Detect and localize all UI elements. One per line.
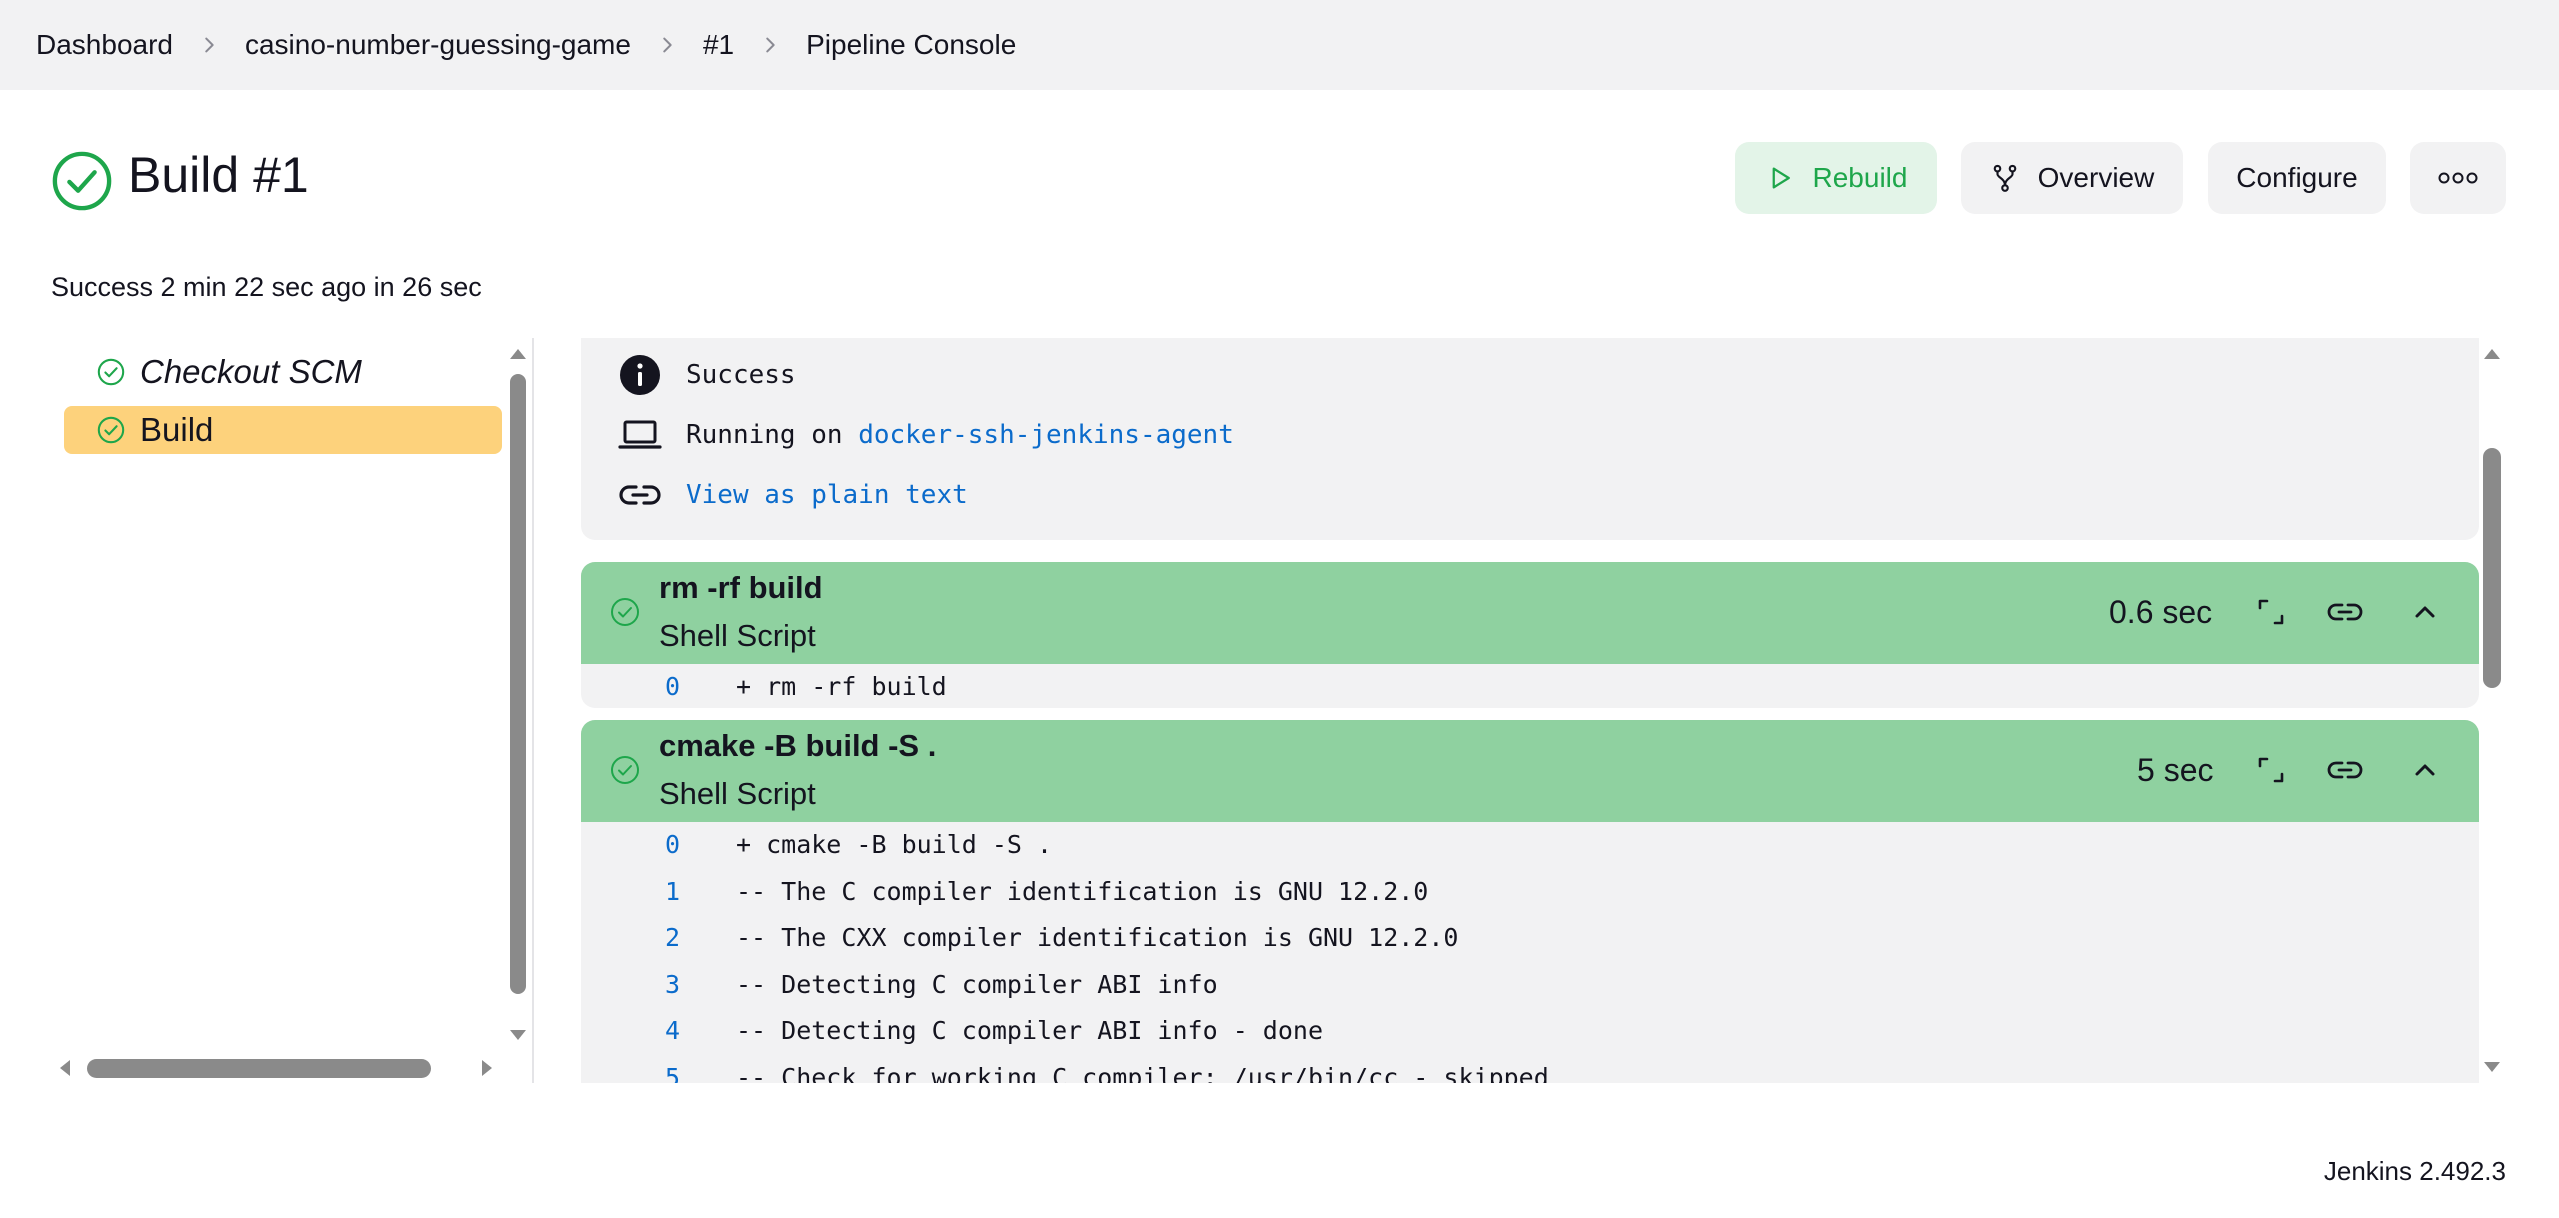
step-log: 0 + cmake -B build -S . 1 -- The C compile…	[581, 822, 2479, 1083]
log-text: + cmake -B build -S .	[736, 830, 1053, 859]
info-icon	[618, 353, 662, 397]
log-text: -- Check for working C compiler: /usr/bi…	[736, 1062, 1549, 1084]
step-subtitle: Shell Script	[659, 776, 816, 811]
log-line: 5 -- Check for working C compiler: /usr/b…	[581, 1055, 2479, 1084]
step-title: cmake -B build -S .	[659, 728, 937, 763]
page-title: Build #1	[128, 147, 309, 203]
link-icon[interactable]	[2323, 590, 2367, 634]
info-plain-text-row: View as plain text	[619, 480, 968, 510]
stage-label: Checkout SCM	[140, 353, 362, 390]
more-horizontal-icon	[2438, 172, 2478, 184]
more-actions-button[interactable]	[2410, 142, 2506, 214]
pane-divider[interactable]	[532, 338, 534, 1083]
console-pane: Success Running on docker-ssh-jenkins-ag…	[535, 338, 2490, 1083]
stage-build[interactable]: Build	[64, 406, 502, 454]
line-number-link[interactable]: 2	[665, 915, 680, 962]
step-log: 0 + rm -rf build	[581, 664, 2479, 708]
stage-checkout-scm[interactable]: Checkout SCM	[64, 348, 502, 396]
step-rm-rf-build: rm -rf build Shell Script 0.6 sec 0 + rm …	[581, 562, 2479, 708]
breadcrumb: Dashboard casino-number-guessing-game #1…	[0, 0, 2559, 90]
line-number-link[interactable]: 4	[665, 1008, 680, 1055]
log-line: 0 + cmake -B build -S .	[581, 822, 2479, 869]
step-title: rm -rf build	[659, 570, 823, 605]
scroll-down-arrow[interactable]	[510, 1030, 526, 1040]
configure-button[interactable]: Configure	[2208, 142, 2386, 214]
step-header[interactable]: rm -rf build Shell Script 0.6 sec	[581, 562, 2479, 664]
log-line: 4 -- Detecting C compiler ABI info - done	[581, 1008, 2479, 1055]
overview-button[interactable]: Overview	[1961, 142, 2183, 214]
step-duration: 0.6 sec	[2109, 594, 2213, 630]
log-text: + rm -rf build	[736, 672, 947, 701]
branch-icon	[1993, 164, 2016, 192]
log-line: 1 -- The C compiler identification is GNU…	[581, 869, 2479, 916]
chevron-up-icon[interactable]	[2403, 748, 2447, 792]
rebuild-label: Rebuild	[1812, 162, 1908, 193]
chevron-right-icon	[734, 34, 806, 56]
info-status-row: Success	[620, 355, 796, 395]
chevron-up-icon[interactable]	[2403, 590, 2447, 634]
line-number-link[interactable]: 1	[665, 869, 680, 916]
scroll-left-arrow[interactable]	[60, 1060, 70, 1076]
scroll-up-arrow[interactable]	[2484, 349, 2500, 359]
configure-label: Configure	[2236, 162, 2358, 193]
play-icon	[1772, 167, 1790, 189]
build-info-box: Success Running on docker-ssh-jenkins-ag…	[581, 338, 2479, 540]
log-text: -- Detecting C compiler ABI info	[736, 969, 1218, 999]
check-circle-icon	[611, 756, 639, 784]
link-icon[interactable]	[2323, 748, 2367, 792]
line-number-link[interactable]: 5	[665, 1055, 680, 1084]
line-number-link[interactable]: 0	[665, 664, 680, 708]
scroll-right-arrow[interactable]	[482, 1060, 492, 1076]
check-circle-icon	[97, 358, 125, 386]
stage-label: Build	[140, 411, 214, 448]
rebuild-button[interactable]: Rebuild	[1735, 142, 1937, 214]
expand-icon[interactable]	[2249, 590, 2293, 634]
line-number-link[interactable]: 0	[665, 822, 680, 869]
info-status-text: Success	[686, 360, 796, 390]
check-circle-icon	[51, 150, 113, 212]
breadcrumb-pipeline-console: Pipeline Console	[806, 29, 1017, 60]
log-text: -- The C compiler identification is GNU …	[736, 876, 1429, 906]
log-line: 0 + rm -rf build	[581, 664, 2479, 708]
line-number-link[interactable]: 3	[665, 962, 680, 1009]
step-header[interactable]: cmake -B build -S . Shell Script 5 sec	[581, 720, 2479, 822]
expand-icon[interactable]	[2249, 748, 2293, 792]
jenkins-version[interactable]: Jenkins 2.492.3	[2324, 1156, 2506, 1187]
stages-horizontal-scrollbar[interactable]	[87, 1059, 431, 1078]
info-agent-row: Running on docker-ssh-jenkins-agent	[618, 420, 1234, 450]
check-circle-icon	[97, 416, 125, 444]
build-status-text: Success 2 min 22 sec ago in 26 sec	[51, 272, 482, 302]
stages-vertical-scrollbar[interactable]	[510, 374, 526, 994]
log-text: -- Detecting C compiler ABI info - done	[736, 1016, 1323, 1045]
step-cmake: cmake -B build -S . Shell Script 5 sec 0…	[581, 720, 2479, 1083]
step-subtitle: Shell Script	[659, 618, 816, 653]
console-vertical-scrollbar[interactable]	[2483, 448, 2501, 688]
view-plain-text-link[interactable]: View as plain text	[686, 480, 968, 510]
scroll-up-arrow[interactable]	[510, 349, 526, 359]
chevron-right-icon	[631, 34, 703, 56]
chevron-right-icon	[173, 34, 245, 56]
log-text: -- The CXX compiler identification is GN…	[736, 923, 1459, 952]
link-icon	[618, 473, 662, 517]
breadcrumb-dashboard[interactable]: Dashboard	[36, 29, 173, 61]
agent-link[interactable]: docker-ssh-jenkins-agent	[858, 420, 1234, 450]
breadcrumb-job[interactable]: casino-number-guessing-game	[245, 29, 631, 61]
overview-label: Overview	[2037, 162, 2155, 193]
step-duration: 5 sec	[2137, 752, 2214, 788]
log-line: 3 -- Detecting C compiler ABI info	[581, 962, 2479, 1009]
running-on-label: Running on	[686, 420, 859, 450]
scroll-down-arrow[interactable]	[2484, 1062, 2500, 1072]
breadcrumb-build[interactable]: #1	[703, 29, 734, 61]
laptop-icon	[618, 413, 662, 457]
check-circle-icon	[611, 598, 639, 626]
log-line: 2 -- The CXX compiler identification is G…	[581, 915, 2479, 962]
